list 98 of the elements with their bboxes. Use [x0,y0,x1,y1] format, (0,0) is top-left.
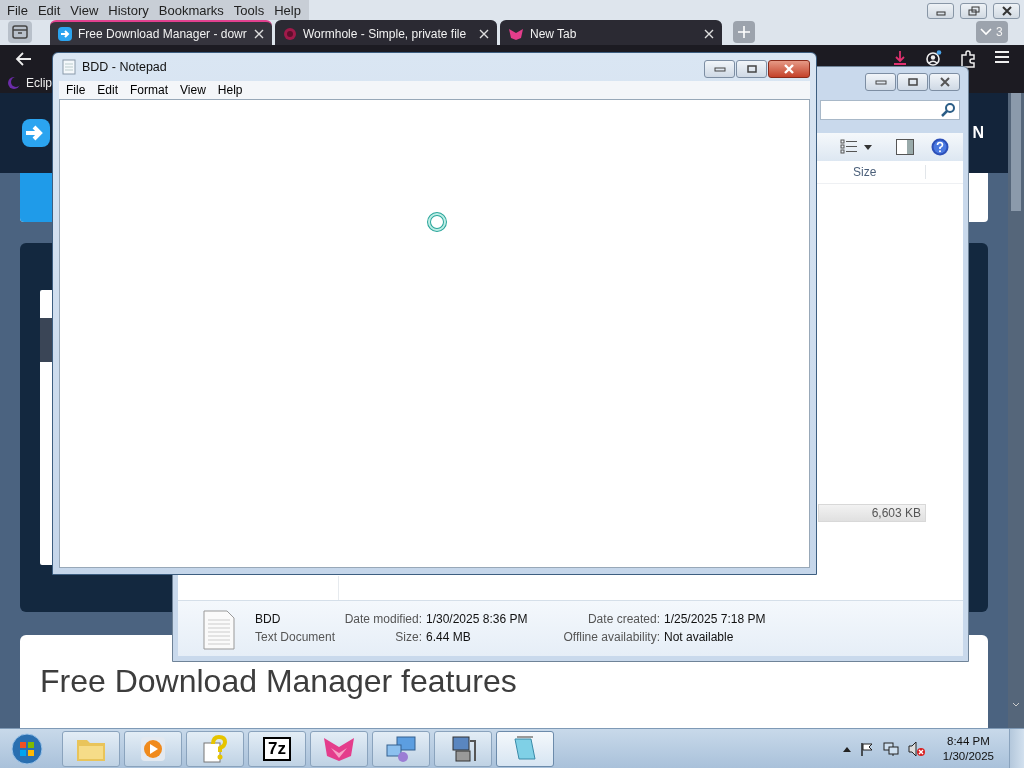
close-icon [1000,6,1013,16]
minimize-button[interactable] [704,60,735,78]
busy-cursor-icon [426,211,448,233]
chevron-down-icon [980,28,992,36]
close-icon[interactable] [704,28,714,39]
restore-button[interactable] [960,3,987,19]
maximize-button[interactable] [897,73,928,91]
account-icon[interactable] [925,49,942,66]
browser-tab[interactable]: New Tab [500,20,722,45]
file-type: Text Document [255,630,337,644]
archive-logo: 7z [263,736,291,761]
close-button[interactable] [768,60,810,78]
taskbar-button[interactable] [496,730,554,767]
back-arrow-icon[interactable] [14,50,32,67]
file-row[interactable]: 6,603 KB [818,504,926,522]
field-value: Not available [663,630,735,644]
field-value: 1/30/2025 8:36 PM [425,612,529,626]
network-computers-icon [385,734,417,763]
taskbar-button[interactable] [434,730,492,767]
menu-item[interactable]: Help [211,83,249,97]
field-value: 1/25/2025 7:18 PM [663,612,766,626]
download-icon[interactable] [893,49,907,65]
menu-item[interactable]: Help [269,2,306,18]
download-logo-icon [58,26,72,41]
close-icon [782,64,796,74]
window-title: BDD - Notepad [82,60,167,74]
minimize-icon [874,78,887,86]
maximize-icon [745,65,758,73]
menu-item[interactable]: Edit [32,2,66,18]
browser-tab[interactable]: Free Download Manager - dowr [50,20,272,45]
circle-logo-icon [283,26,297,41]
taskbar-button[interactable] [372,730,430,767]
windows-logo-icon [11,732,43,765]
menu-item[interactable]: File [2,2,33,18]
maximize-button[interactable] [736,60,767,78]
plus-icon [737,25,751,39]
menu-item[interactable]: Format [124,83,175,97]
menu-item[interactable]: View [174,83,212,97]
eclipse-logo-icon [7,75,21,90]
flag-icon[interactable] [859,741,874,756]
field-label: Size: [394,630,422,644]
puzzle-icon[interactable] [960,49,976,68]
taskbar-button[interactable] [310,730,368,767]
menu-item[interactable]: Tools [228,2,270,18]
scrollbar-thumb[interactable] [1011,93,1021,211]
menu-item[interactable]: Bookmarks [153,2,229,18]
close-icon [938,77,951,87]
taskbar-button[interactable] [186,730,244,767]
field-label: Date created: [586,612,660,626]
show-hidden-icons[interactable] [842,745,851,752]
scroll-down-icon[interactable] [1012,702,1020,708]
minimize-button[interactable] [927,3,954,19]
play-icon [140,735,166,762]
nav-link[interactable]: N [972,124,984,142]
maximize-icon [906,78,919,86]
view-list-icon[interactable] [840,139,858,155]
clock[interactable]: 8:44 PM 1/30/2025 [942,733,994,764]
close-button[interactable] [929,73,960,91]
speaker-muted-icon[interactable] [907,740,926,757]
fox-logo-icon [323,735,355,762]
menu-item[interactable]: View [65,2,104,18]
notepad-icon [62,59,76,75]
clock-date: 1/30/2025 [942,748,994,764]
scrollbar[interactable] [1008,93,1024,728]
field-value: 6.44 MB [425,630,472,644]
preview-pane-icon[interactable] [896,139,914,155]
network-icon[interactable] [882,740,899,757]
menu-item[interactable]: Edit [91,83,125,97]
caret-icon[interactable] [864,144,872,150]
clock-time: 8:44 PM [947,733,990,749]
browser-tab[interactable]: Wormhole - Simple, private file [275,20,497,45]
tab-list-icon [12,25,28,39]
close-icon[interactable] [479,28,489,39]
field-label: Date modified: [343,612,422,626]
minimize-button[interactable] [865,73,896,91]
taskbar-button[interactable]: 7z [248,730,306,767]
file-name: BDD [255,612,282,626]
bookmark-item[interactable]: Eclip [7,75,52,90]
close-button[interactable] [993,3,1020,19]
minimize-icon [713,65,726,73]
search-icon[interactable] [941,103,955,117]
menu-icon[interactable] [994,49,1010,64]
notepad-icon [511,734,539,763]
restore-icon [967,6,980,16]
computer-icon [450,734,476,763]
tab-list-button[interactable] [8,21,32,43]
help-icon[interactable] [931,138,949,156]
column-header[interactable]: Size [853,165,926,179]
field-label: Offline availability: [562,630,660,644]
menu-item[interactable]: File [60,83,92,97]
help-document-icon [202,734,228,763]
fox-logo-icon [508,26,524,41]
menu-item[interactable]: History [103,2,154,18]
document-icon [203,610,235,650]
section-heading: Free Download Manager features [40,665,518,697]
search-field[interactable] [820,100,960,120]
close-icon[interactable] [254,28,264,39]
download-logo-icon[interactable] [22,119,50,147]
